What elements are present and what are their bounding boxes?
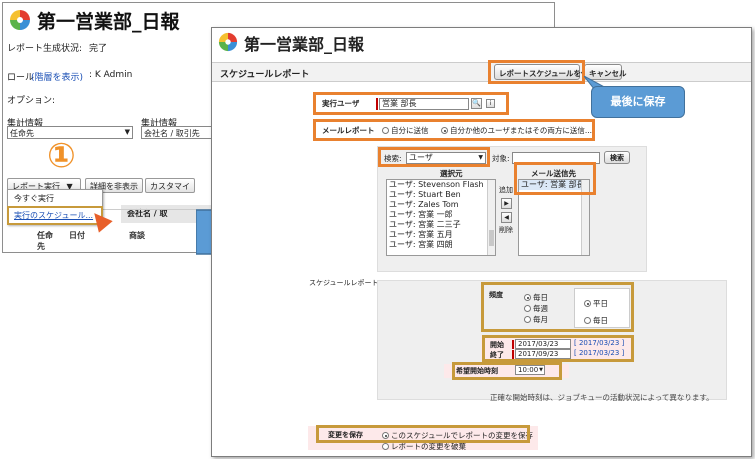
start-date-link[interactable]: [ 2017/03/23 ] [574,339,624,347]
radio-checked-icon [441,127,448,134]
email-report-label: メールレポート [322,126,375,135]
menu-item-schedule[interactable]: 実行のスケジュール... [7,206,103,225]
preferred-time-label: 希望開始時刻 [456,367,498,375]
preferred-time-select[interactable]: 10:00 ▼ [515,365,545,375]
radio-icon [382,127,389,134]
recipients-list[interactable]: ユーザ: 営業 部長 [518,179,590,256]
aggregate2-select[interactable]: 会社名 / 取引先 [141,126,213,139]
list-item[interactable]: ユーザ: Stuart Ben [387,190,495,200]
add-label: 追加 [499,186,513,194]
page-title: 第一営業部_日報 [37,11,180,33]
available-users-list[interactable]: ユーザ: Stevenson Flash ユーザ: Stuart Ben ユーザ… [386,179,496,256]
chevron-down-icon: ▼ [478,154,483,161]
search-label: 検索: [384,154,402,163]
list-item[interactable]: ユーザ: 宮業 五月 [387,230,495,240]
save-last-callout: 最後に保存 [591,86,685,118]
save-option-discard[interactable]: レポートの変更を破棄 [382,441,466,452]
save-schedule-button[interactable]: レポートスケジュールを保存 [494,64,596,80]
role-hierarchy-link[interactable]: (階層を表示) [31,70,83,83]
table-header-deal: 商談 [129,231,145,240]
role-value: : K Admin [89,70,133,80]
section-title: スケジュールレポート [220,70,310,80]
radio-checked-icon [382,432,389,439]
freq-option-monthly[interactable]: 毎月 [524,314,548,325]
radio-checked-icon [584,300,591,307]
radio-icon [524,316,531,323]
required-marker [512,340,514,349]
save-option-save[interactable]: このスケジュールでレポートの変更を保存 [382,430,533,441]
end-date-link[interactable]: [ 2017/03/23 ] [574,349,624,357]
list-item[interactable]: ユーザ: 宮業 一郎 [387,210,495,220]
target-input[interactable] [512,152,600,164]
search-type-select[interactable]: ユーザ ▼ [406,152,486,164]
schedule-section-label: スケジュールレポート [309,279,379,287]
list-item[interactable]: ユーザ: 宮業 二三子 [387,220,495,230]
freq-option-weekly[interactable]: 毎週 [524,303,548,314]
radio-checked-icon [524,294,531,301]
table-header-assignee: 任命先 [37,231,53,251]
status-label: レポート生成状況: [7,44,83,54]
list-item[interactable]: ユーザ: Zales Tom [387,200,495,210]
info-icon: i [486,99,495,108]
end-label: 終了 [490,351,504,359]
radio-icon [584,317,591,324]
table-header-date: 日付 [69,231,85,240]
running-user-label: 実行ユーザ [322,99,360,108]
freq-option-daily[interactable]: 毎日 [524,292,548,303]
app-logo-icon [10,10,30,30]
menu-item-run-now[interactable]: 今すぐ実行 [8,190,102,207]
chevron-down-icon: ▼ [124,128,130,136]
radio-icon [524,305,531,312]
chevron-down-icon: ▼ [539,367,543,373]
schedule-note: 正確な開始時刻は、ジョブキューの活動状況によって異なります。 [490,393,714,402]
list-item[interactable]: ユーザ: Stevenson Flash [387,180,495,190]
email-option-others[interactable]: 自分か他のユーザまたはその両方に送信... [441,125,592,136]
running-user-input[interactable]: 営業 部長 [379,98,469,110]
app-logo-icon [218,32,238,52]
day-option-everyday[interactable]: 毎日 [584,315,608,326]
recipients-header: メール送信先 [531,169,576,178]
scrollbar[interactable] [581,180,589,255]
options-label: オプション: [7,96,56,106]
page-title: 第一営業部_日報 [244,35,365,54]
customize-button[interactable]: カスタマイ [145,178,195,193]
target-label: 対象: [492,154,510,163]
day-option-weekday[interactable]: 平日 [584,298,608,309]
remove-label: 削除 [499,226,513,234]
email-option-self[interactable]: 自分に送信 [382,125,429,136]
available-header: 選択元 [440,169,463,178]
add-arrow-icon[interactable]: ▶ [501,198,512,209]
frequency-label: 頻度 [489,291,503,299]
status-value: 完了 [89,44,108,54]
scrollbar[interactable] [487,180,495,255]
end-date-input[interactable]: 2017/09/23 [515,349,571,359]
section-header: スケジュールレポート [212,62,751,82]
list-item[interactable]: ユーザ: 宮業 四朗 [387,240,495,250]
step-one-marker: ① [47,136,76,176]
role-label: ロール [7,73,35,83]
required-marker [512,350,514,359]
save-changes-label: 変更を保存 [328,431,363,439]
find-button[interactable]: 検索 [604,151,630,164]
remove-arrow-icon[interactable]: ◀ [501,212,512,223]
lookup-search-icon[interactable]: 🔍 [471,98,482,109]
start-label: 開始 [490,341,504,349]
radio-icon [382,443,389,450]
schedule-report-window: 第一営業部_日報 スケジュールレポート レポートスケジュールを保存 キャンセル … [211,27,752,457]
list-item[interactable]: ユーザ: 営業 部長 [519,180,589,190]
start-date-input[interactable]: 2017/03/23 [515,339,571,349]
required-marker [376,98,378,110]
